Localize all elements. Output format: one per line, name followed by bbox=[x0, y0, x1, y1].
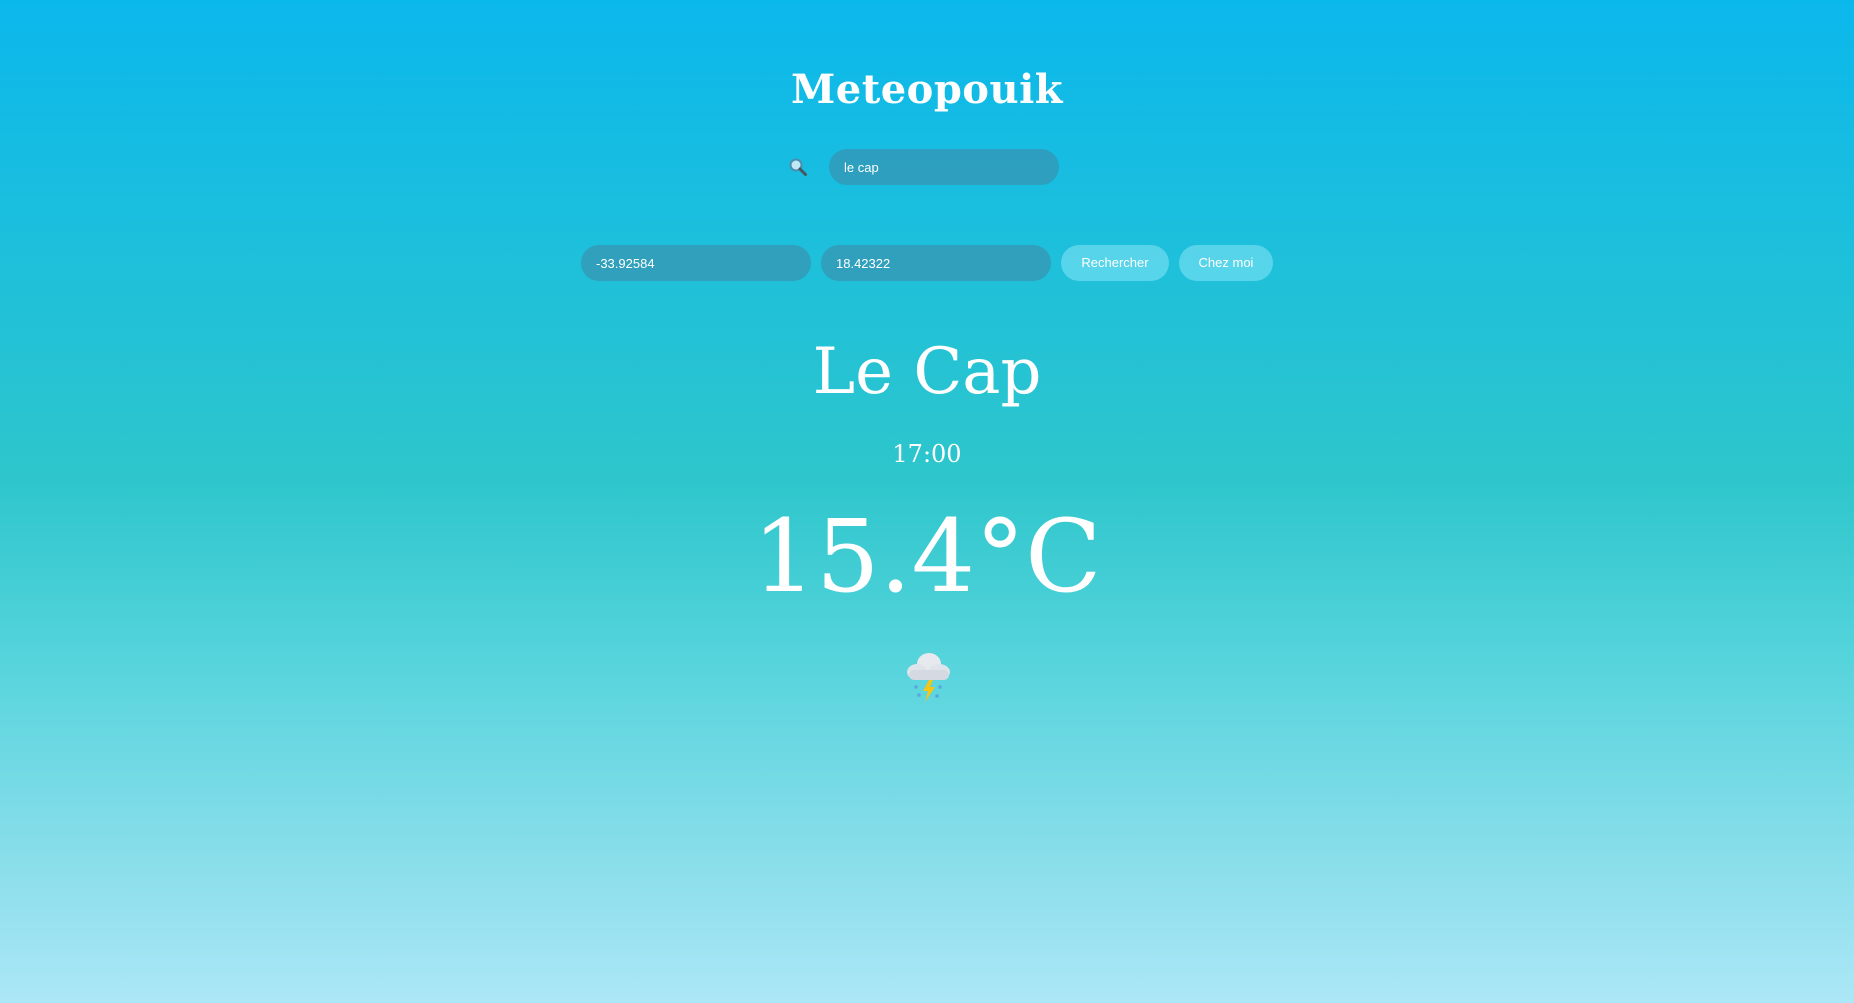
temperature: 15.4°C bbox=[752, 498, 1102, 615]
app-title: Meteopouik bbox=[791, 66, 1063, 113]
latitude-input[interactable] bbox=[581, 245, 811, 281]
coordinates-form: Rechercher Chez moi bbox=[0, 245, 1854, 281]
search-icon[interactable] bbox=[787, 156, 809, 178]
search-button[interactable]: Rechercher bbox=[1061, 245, 1169, 281]
city-search-input[interactable] bbox=[829, 149, 1059, 185]
local-time: 17:00 bbox=[892, 440, 962, 468]
thunderstorm-snow-cloud-icon bbox=[899, 650, 955, 706]
longitude-input[interactable] bbox=[821, 245, 1051, 281]
city-search-bar bbox=[0, 149, 1854, 185]
home-location-button[interactable]: Chez moi bbox=[1179, 245, 1273, 281]
city-name: Le Cap bbox=[812, 335, 1042, 409]
